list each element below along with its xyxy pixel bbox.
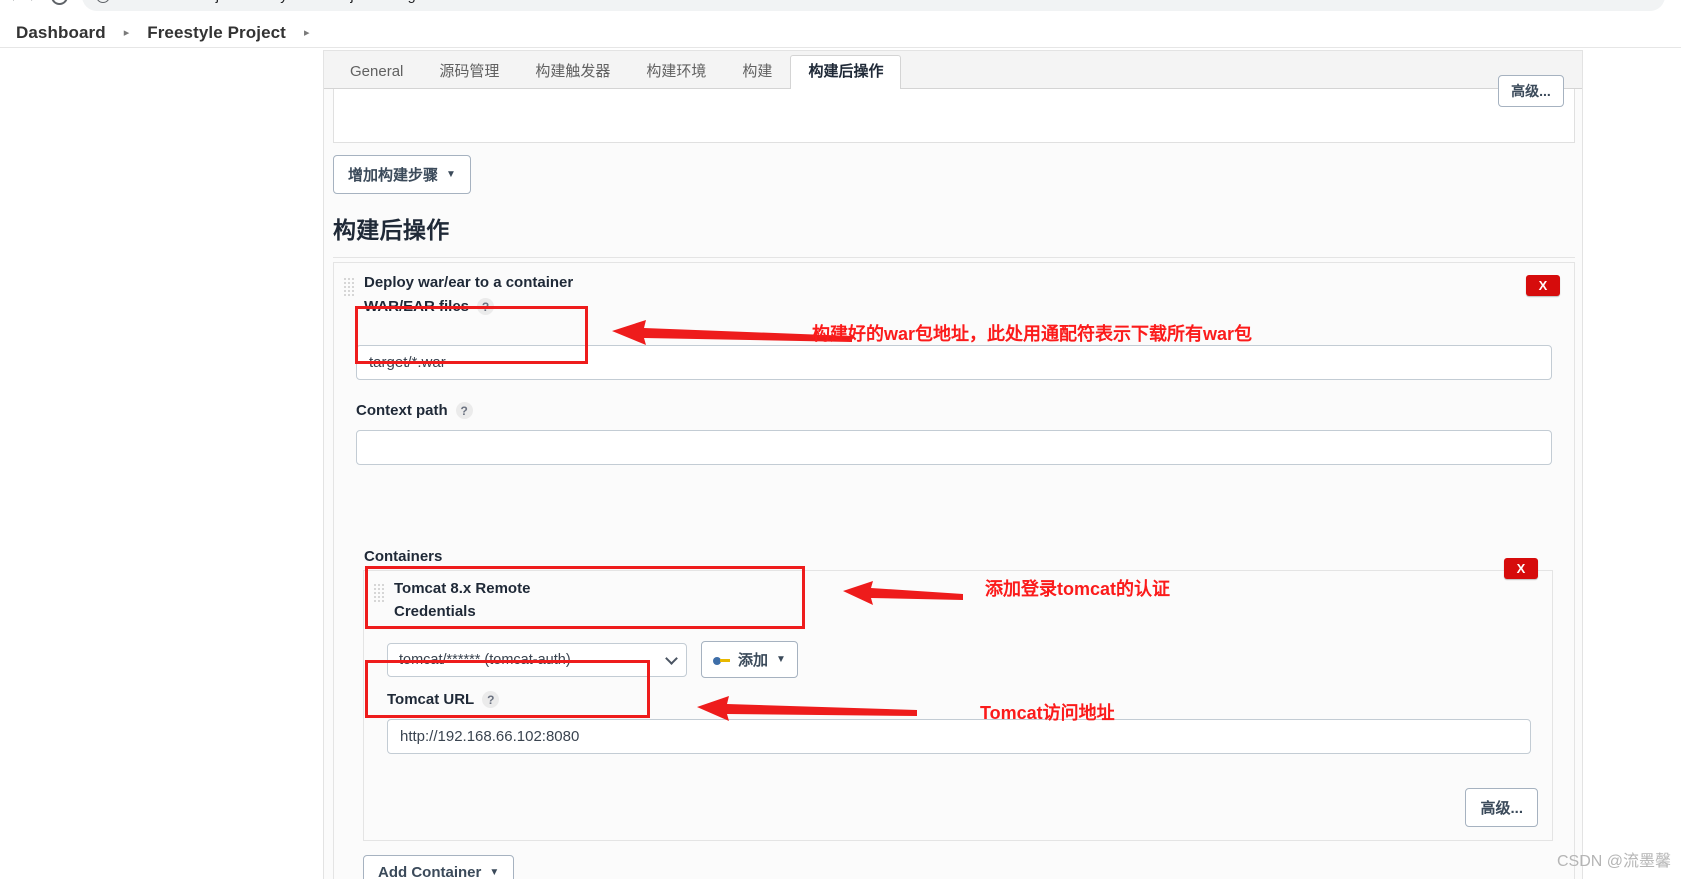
credentials-select[interactable]: tomcat/****** (tomcat-auth): [387, 642, 687, 677]
container-card-tomcat: X Tomcat 8.x Remote Credentials tomcat/*…: [363, 558, 1553, 841]
credentials-select-wrapper: tomcat/****** (tomcat-auth): [387, 642, 687, 677]
forward-arrow-icon[interactable]: ›: [30, 0, 38, 6]
back-arrow-icon[interactable]: ‹: [8, 0, 16, 6]
drag-handle-icon[interactable]: [373, 583, 384, 603]
url-bar[interactable]: i localhost:1818/job/Freestyle%20Project…: [82, 0, 1665, 11]
annotation-arrow-credentials: [843, 581, 963, 605]
add-container-wrapper: Add Container ▼: [363, 855, 515, 879]
site-info-icon[interactable]: i: [96, 0, 111, 3]
page-title: 构建后操作: [333, 217, 450, 243]
annotation-text-credentials: 添加登录tomcat的认证: [985, 579, 1171, 599]
build-step-block-partial: 高级...: [333, 75, 1575, 143]
tab-post-build-actions[interactable]: 构建后操作: [790, 54, 902, 89]
config-tab-strip: General 源码管理 构建触发器 构建环境 构建 构建后操作: [324, 51, 1582, 90]
breadcrumb-dropdown-icon[interactable]: ▸: [304, 26, 310, 39]
context-path-label: Context path: [356, 402, 448, 419]
chevron-down-icon: ▼: [489, 867, 500, 878]
war-ear-files-label-row: WAR/EAR files ?: [364, 298, 495, 315]
post-build-actions-section-header: 构建后操作: [333, 211, 1575, 258]
tab-build-environment[interactable]: 构建环境: [628, 55, 724, 90]
delete-container-button[interactable]: X: [1504, 558, 1538, 579]
tab-general[interactable]: General: [332, 55, 421, 90]
context-path-label-row: Context path ?: [356, 402, 473, 419]
add-credentials-button[interactable]: 添加 ▼: [701, 641, 798, 678]
reload-icon[interactable]: [51, 0, 69, 5]
breadcrumb-item-freestyle-project[interactable]: Freestyle Project: [147, 23, 286, 43]
chevron-down-icon: ▼: [446, 169, 456, 180]
war-ear-files-input-wrapper: [356, 345, 1552, 380]
container-title: Tomcat 8.x Remote: [394, 580, 531, 597]
browser-chrome: ‹ › i localhost:1818/job/Freestyle%20Pro…: [0, 0, 1681, 18]
tab-source-code-management[interactable]: 源码管理: [421, 55, 517, 90]
credentials-label: Credentials: [394, 603, 476, 620]
add-build-step-wrapper: 增加构建步骤 ▼: [333, 155, 471, 194]
url-text: localhost:1818/job/Freestyle%20Project/c…: [118, 0, 436, 4]
key-icon: [713, 654, 730, 666]
job-config-panel: General 源码管理 构建触发器 构建环境 构建 构建后操作 高级... 增…: [323, 50, 1583, 879]
annotation-arrow-tomcat-url: [697, 696, 917, 721]
war-ear-files-input[interactable]: [356, 345, 1552, 380]
war-ear-files-label: WAR/EAR files: [364, 298, 470, 315]
tomcat-url-label: Tomcat URL: [387, 691, 475, 708]
breadcrumb-item-dashboard[interactable]: Dashboard: [16, 23, 106, 43]
tomcat-url-input-wrapper: [387, 719, 1531, 754]
deploy-block-title: Deploy war/ear to a container: [364, 274, 574, 291]
context-path-input-wrapper: [356, 430, 1552, 465]
add-container-button[interactable]: Add Container ▼: [363, 855, 515, 879]
help-icon[interactable]: ?: [455, 402, 473, 419]
section-divider: [333, 257, 1575, 258]
add-build-step-button[interactable]: 增加构建步骤 ▼: [333, 155, 471, 194]
containers-label: Containers: [364, 548, 443, 565]
help-icon[interactable]: ?: [477, 298, 495, 315]
credentials-row: tomcat/****** (tomcat-auth) 添加 ▼: [387, 641, 798, 678]
config-panel-body: 高级... 增加构建步骤 ▼ 构建后操作 X Deploy war/ear to…: [324, 75, 1582, 879]
delete-post-build-action-button[interactable]: X: [1526, 275, 1560, 296]
annotation-text-tomcat-url: Tomcat访问地址: [980, 703, 1115, 723]
tab-build[interactable]: 构建: [724, 55, 790, 90]
add-container-label: Add Container: [378, 864, 482, 879]
csdn-watermark: CSDN @流墨馨: [1556, 853, 1671, 870]
tab-build-triggers[interactable]: 构建触发器: [517, 55, 628, 90]
deploy-block-header: Deploy war/ear to a container WAR/EAR fi…: [334, 263, 1574, 316]
add-credentials-label: 添加: [738, 652, 769, 669]
advanced-button-cutoff[interactable]: 高级...: [1498, 75, 1564, 107]
chevron-down-icon: ▼: [776, 654, 786, 665]
deploy-war-ear-block: X Deploy war/ear to a container WAR/EAR …: [333, 262, 1575, 879]
breadcrumb: Dashboard ▸ Freestyle Project ▸: [0, 18, 1681, 48]
breadcrumb-separator-icon: ▸: [123, 27, 130, 39]
help-icon[interactable]: ?: [482, 691, 500, 708]
container-advanced-button[interactable]: 高级...: [1465, 788, 1538, 827]
add-build-step-label: 增加构建步骤: [348, 167, 439, 184]
tomcat-url-label-row: Tomcat URL ?: [387, 691, 500, 708]
drag-handle-icon[interactable]: [343, 277, 354, 297]
tomcat-url-input[interactable]: [387, 719, 1531, 754]
annotation-text-war: 构建好的war包地址，此处用通配符表示下载所有war包: [812, 324, 1253, 344]
context-path-input[interactable]: [356, 430, 1552, 465]
